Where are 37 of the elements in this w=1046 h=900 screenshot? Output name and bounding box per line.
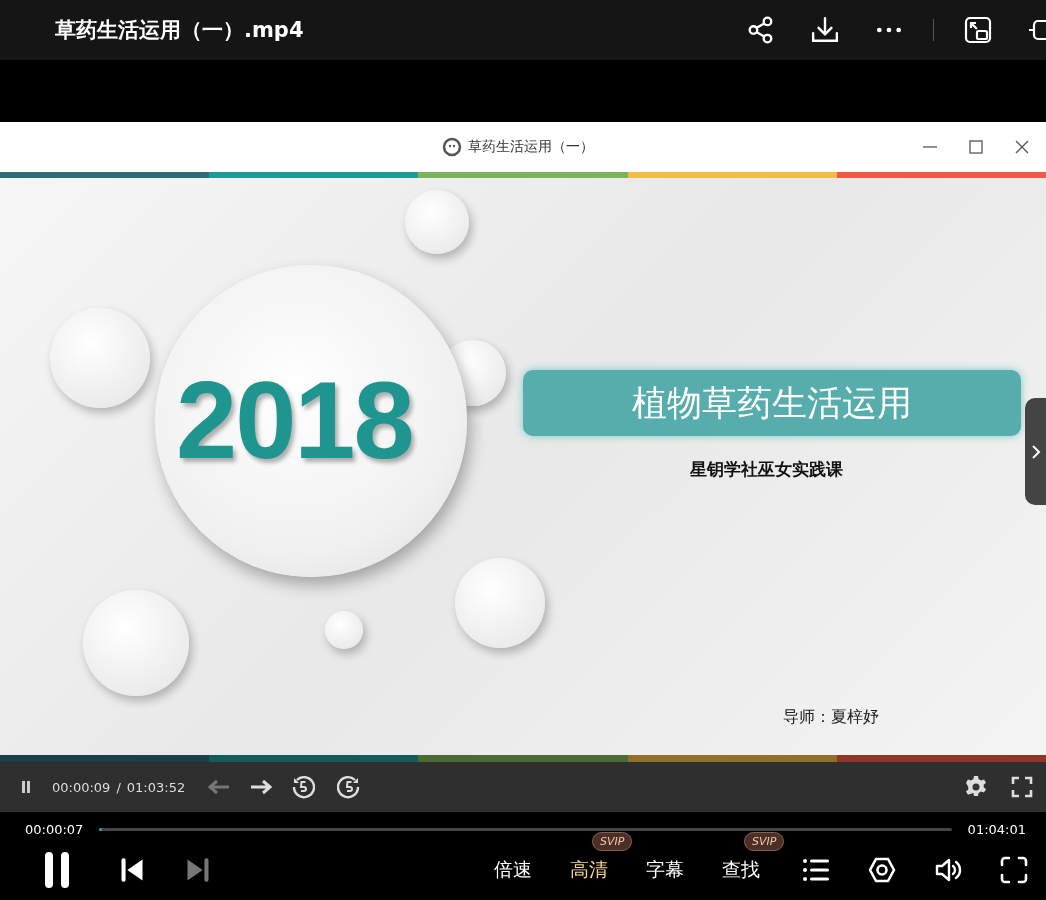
vip-badge: SVIP — [592, 832, 633, 851]
option-button[interactable]: 查找 — [722, 857, 760, 883]
course-title-banner: 植物草药生活运用 — [523, 370, 1021, 436]
subtitle-text: 星钥学社巫女实践课 — [690, 458, 843, 481]
decorative-circle — [405, 190, 469, 254]
file-title: 草药生活运用（一）.mp4 — [55, 17, 304, 44]
picture-in-picture-icon[interactable] — [964, 16, 992, 44]
progress-track[interactable] — [99, 827, 952, 831]
side-panel-toggle[interactable] — [1025, 398, 1046, 505]
duration-time: 01:03:52 — [126, 779, 186, 795]
settings-icon[interactable] — [964, 775, 988, 799]
option-button[interactable]: 倍速 — [494, 857, 532, 883]
hexagon-icon[interactable] — [868, 856, 896, 884]
forward-5-icon[interactable] — [337, 775, 362, 799]
app-logo-icon — [442, 137, 462, 157]
instructor-text: 导师：夏梓妤 — [783, 707, 879, 728]
fullscreen-icon[interactable] — [1010, 775, 1034, 799]
volume-icon[interactable] — [934, 856, 962, 884]
window-title: 草药生活运用（一） — [468, 138, 594, 156]
share-icon[interactable] — [747, 16, 775, 44]
time-separator: / — [116, 779, 121, 795]
pause-icon[interactable] — [42, 850, 72, 890]
arrow-right-icon[interactable] — [249, 779, 274, 795]
option-button[interactable]: 高清 — [570, 857, 608, 883]
current-time: 00:00:09 — [52, 779, 111, 795]
rewind-5-icon[interactable] — [291, 775, 316, 799]
download-icon[interactable] — [811, 16, 839, 44]
list-icon[interactable] — [802, 856, 830, 884]
close-icon[interactable] — [1014, 139, 1030, 155]
vip-badge: SVIP — [744, 832, 785, 851]
year-text: 2018 — [176, 357, 413, 483]
elapsed-time: 00:00:07 — [25, 821, 84, 837]
decorative-circle — [325, 611, 363, 649]
total-time: 01:04:01 — [967, 821, 1026, 837]
maximize-icon[interactable] — [968, 139, 984, 155]
chevron-right-icon — [1030, 443, 1041, 460]
option-button[interactable]: 字幕 — [646, 857, 684, 883]
